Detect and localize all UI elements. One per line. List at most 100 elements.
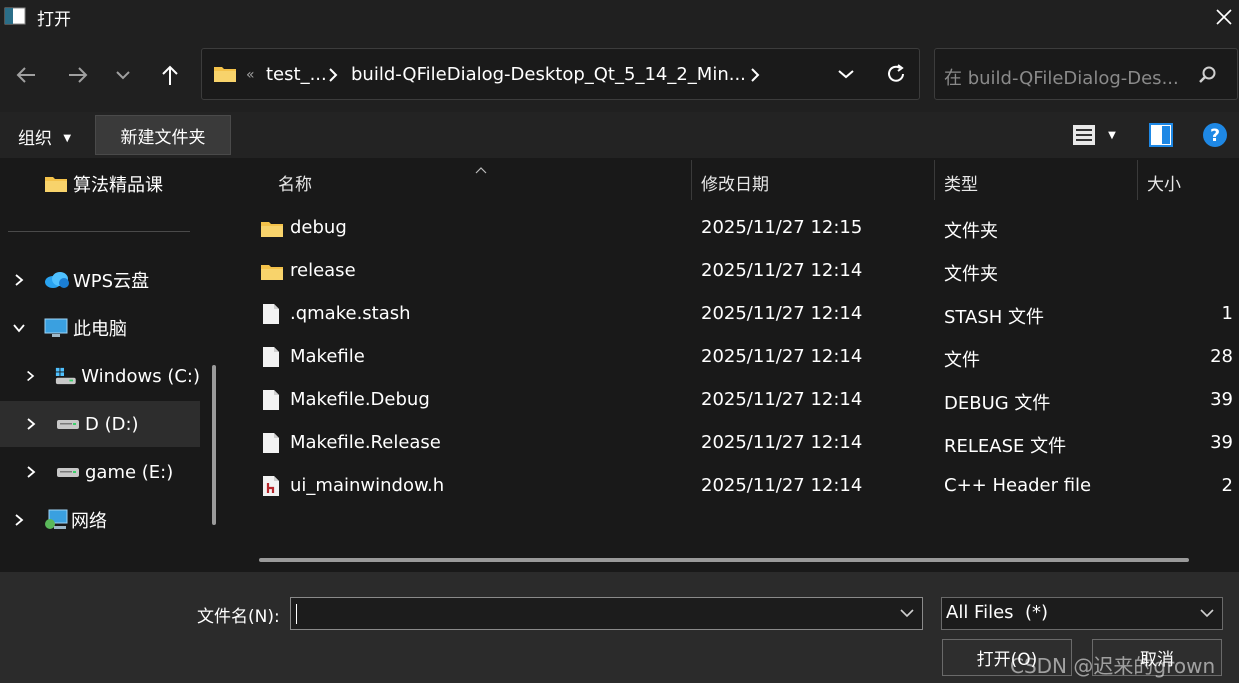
new-folder-button[interactable]: 新建文件夹	[95, 115, 231, 155]
filetype-select[interactable]: All Files (*)	[941, 597, 1223, 630]
windows-drive-icon	[55, 367, 76, 385]
file-date: 2025/11/27 12:14	[701, 475, 863, 496]
column-separator[interactable]	[691, 160, 692, 200]
organize-menu-button[interactable]: 组织 ▼	[18, 124, 71, 149]
help-button[interactable]: ?	[1200, 120, 1230, 150]
file-type: DEBUG 文件	[944, 393, 1051, 414]
computer-icon	[44, 318, 68, 337]
sidebar-item-wps-cloud[interactable]: WPS云盘	[0, 257, 200, 303]
file-row[interactable]: release 2025/11/27 12:14 文件夹	[255, 250, 1239, 293]
file-name: release	[290, 260, 356, 281]
column-separator[interactable]	[1137, 160, 1138, 200]
chevron-down-icon[interactable]	[12, 321, 26, 335]
horizontal-scrollbar[interactable]	[259, 558, 1189, 562]
breadcrumb-chevron-icon[interactable]	[750, 67, 760, 87]
arrow-right-icon	[69, 67, 88, 83]
file-name: Makefile.Debug	[290, 389, 430, 410]
view-options-button[interactable]	[1068, 120, 1100, 150]
sidebar-item-drive-e[interactable]: game (E:)	[0, 449, 200, 495]
sidebar-item-label: WPS云盘	[73, 271, 150, 292]
chevron-right-icon[interactable]	[24, 369, 37, 383]
file-row[interactable]: debug 2025/11/27 12:15 文件夹	[255, 207, 1239, 250]
breadcrumb-overflow[interactable]: «	[246, 67, 255, 83]
column-header-date[interactable]: 修改日期	[701, 170, 769, 195]
chevron-down-icon[interactable]	[900, 609, 914, 618]
filename-label: 文件名(N):	[197, 607, 280, 627]
drive-icon	[57, 420, 79, 429]
chevron-right-icon[interactable]	[12, 513, 26, 527]
sidebar-item-label: 算法精品课	[73, 175, 163, 196]
svg-text:?: ?	[1210, 126, 1220, 146]
sidebar-scrollbar[interactable]	[212, 365, 216, 525]
breadcrumb-item[interactable]: test_...	[266, 64, 327, 85]
network-icon	[45, 509, 68, 529]
app-window-icon	[4, 7, 26, 25]
sort-ascending-icon	[475, 159, 487, 178]
arrow-left-icon	[16, 67, 35, 83]
help-icon: ?	[1203, 123, 1227, 147]
file-date: 2025/11/27 12:14	[701, 432, 863, 453]
column-header-size[interactable]: 大小	[1147, 170, 1181, 195]
column-header-type[interactable]: 类型	[944, 170, 978, 195]
preview-pane-icon	[1149, 123, 1173, 147]
chevron-right-icon[interactable]	[24, 465, 38, 479]
file-row[interactable]: Makefile.Debug 2025/11/27 12:14 DEBUG 文件…	[255, 379, 1239, 422]
file-type: C++ Header file	[944, 475, 1092, 496]
filename-input[interactable]	[290, 597, 923, 630]
breadcrumb-item[interactable]: build-QFileDialog-Desktop_Qt_5_14_2_Min.…	[351, 64, 746, 85]
file-size: 2	[1221, 475, 1233, 496]
close-button[interactable]	[1208, 0, 1239, 34]
view-dropdown-button[interactable]: ▼	[1102, 122, 1122, 148]
arrow-up-icon	[162, 65, 178, 85]
file-row[interactable]: Makefile.Release 2025/11/27 12:14 RELEAS…	[255, 422, 1239, 465]
sidebar-item-drive-c[interactable]: Windows (C:)	[0, 353, 200, 399]
cloud-icon	[45, 272, 69, 288]
file-icon	[263, 304, 279, 324]
file-icon	[263, 433, 279, 453]
refresh-icon	[888, 64, 904, 82]
chevron-down-icon	[1200, 609, 1214, 618]
sidebar-item-label: 网络	[71, 511, 107, 532]
sidebar-item-label: D (D:)	[85, 413, 139, 435]
chevron-right-icon[interactable]	[12, 273, 26, 287]
sidebar-item-label: game (E:)	[85, 461, 174, 483]
file-row[interactable]: .qmake.stash 2025/11/27 12:14 STASH 文件 1	[255, 293, 1239, 336]
column-header-name[interactable]: 名称	[278, 170, 312, 195]
preview-pane-button[interactable]	[1146, 120, 1176, 150]
file-icon	[263, 390, 279, 410]
search-placeholder[interactable]: 在 build-QFileDialog-Des...	[944, 64, 1179, 90]
sidebar-item-drive-d[interactable]: D (D:)	[0, 401, 200, 447]
file-size: 1	[1221, 303, 1233, 324]
file-name: .qmake.stash	[290, 303, 411, 324]
file-date: 2025/11/27 12:14	[701, 346, 863, 367]
file-name: Makefile	[290, 346, 365, 367]
file-type: RELEASE 文件	[944, 436, 1067, 457]
refresh-button[interactable]	[880, 58, 912, 90]
forward-button[interactable]	[60, 58, 96, 92]
organize-label: 组织	[18, 129, 52, 149]
title-bar	[0, 0, 1239, 34]
caret-down-icon: ▼	[63, 133, 72, 144]
list-view-icon	[1073, 125, 1095, 145]
filetype-value: All Files (*)	[946, 602, 1049, 623]
close-icon	[1215, 9, 1232, 25]
file-name: ui_mainwindow.h	[290, 475, 445, 496]
text-cursor	[296, 604, 297, 624]
file-date: 2025/11/27 12:14	[701, 303, 863, 324]
file-row[interactable]: ui_mainwindow.h 2025/11/27 12:14 C++ Hea…	[255, 465, 1239, 508]
chevron-right-icon[interactable]	[24, 417, 38, 431]
address-history-button[interactable]	[830, 58, 862, 90]
sidebar-item-label: 此电脑	[73, 319, 127, 340]
up-button[interactable]	[153, 57, 187, 93]
column-separator[interactable]	[934, 160, 935, 200]
sidebar-item-algorithm-course[interactable]: 算法精品课	[0, 161, 200, 207]
back-button[interactable]	[8, 58, 44, 92]
chevron-down-icon	[116, 71, 130, 80]
breadcrumb-chevron-icon[interactable]	[328, 67, 338, 87]
file-date: 2025/11/27 12:14	[701, 260, 863, 281]
recent-locations-button[interactable]	[108, 60, 138, 90]
sidebar-item-this-pc[interactable]: 此电脑	[0, 305, 200, 351]
chevron-down-icon	[838, 70, 854, 79]
sidebar-item-network[interactable]: 网络	[0, 497, 200, 543]
file-row[interactable]: Makefile 2025/11/27 12:14 文件 28	[255, 336, 1239, 379]
